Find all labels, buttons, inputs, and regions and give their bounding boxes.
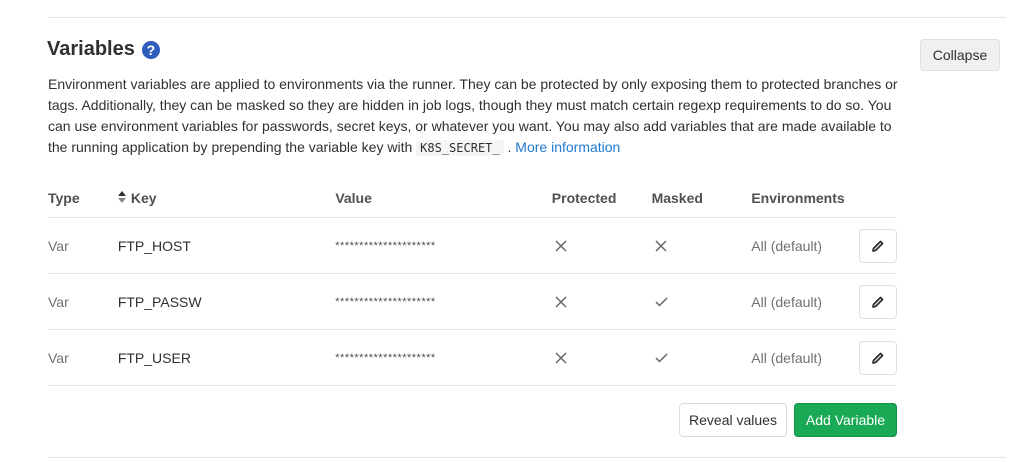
section-description: Environment variables are applied to env… <box>48 74 908 159</box>
pencil-icon <box>872 296 884 308</box>
section-title: Variables <box>47 38 135 60</box>
k8s-secret-code: K8S_SECRET_ <box>416 140 504 156</box>
row-key: FTP_PASSW <box>117 293 202 310</box>
row-key: FTP_USER <box>117 349 191 366</box>
header-key-label: Key <box>130 189 157 206</box>
row-environments: All (default) <box>751 237 823 254</box>
row-environments: All (default) <box>751 293 823 310</box>
pencil-icon <box>872 240 884 252</box>
row-type: Var <box>48 349 69 366</box>
section-header: Variables ? <box>47 38 160 61</box>
table-row: Var FTP_PASSW ********************* All … <box>48 274 898 330</box>
header-environments: Environments <box>751 189 845 206</box>
header-protected: Protected <box>551 189 617 206</box>
masked-check-icon <box>652 352 752 363</box>
sort-icon <box>117 191 126 204</box>
table-header: Type Key Value Protected Masked Environm… <box>48 178 896 218</box>
protected-close-icon <box>552 239 652 252</box>
masked-close-icon <box>652 239 752 252</box>
edit-button[interactable] <box>859 284 898 319</box>
reveal-values-button[interactable]: Reveal values <box>679 403 787 437</box>
question-circle-icon[interactable]: ? <box>141 40 160 59</box>
protected-close-icon <box>552 351 652 364</box>
more-information-link[interactable]: More information <box>515 139 620 155</box>
protected-close-icon <box>552 295 652 308</box>
edit-button[interactable] <box>859 340 898 375</box>
row-type: Var <box>48 237 69 254</box>
variables-table: Type Key Value Protected Masked Environm… <box>48 178 898 386</box>
row-environments: All (default) <box>751 349 823 366</box>
row-value: ********************* <box>335 295 436 308</box>
header-masked: Masked <box>651 189 703 206</box>
add-variable-button[interactable]: Add Variable <box>794 403 897 437</box>
header-key[interactable]: Key <box>117 189 335 206</box>
row-value: ********************* <box>335 239 436 252</box>
masked-check-icon <box>652 296 752 307</box>
top-divider <box>48 17 1006 18</box>
row-key: FTP_HOST <box>117 237 191 254</box>
row-type: Var <box>48 293 69 310</box>
collapse-button[interactable]: Collapse <box>920 39 1000 71</box>
header-value: Value <box>335 189 372 206</box>
header-type: Type <box>48 189 80 206</box>
row-value: ********************* <box>335 351 436 364</box>
edit-button[interactable] <box>859 228 898 263</box>
description-period: . <box>507 139 512 155</box>
table-row: Var FTP_USER ********************* All (… <box>48 330 898 386</box>
pencil-icon <box>872 352 884 364</box>
table-row: Var FTP_HOST ********************* All (… <box>48 218 898 274</box>
bottom-divider <box>48 457 1006 458</box>
